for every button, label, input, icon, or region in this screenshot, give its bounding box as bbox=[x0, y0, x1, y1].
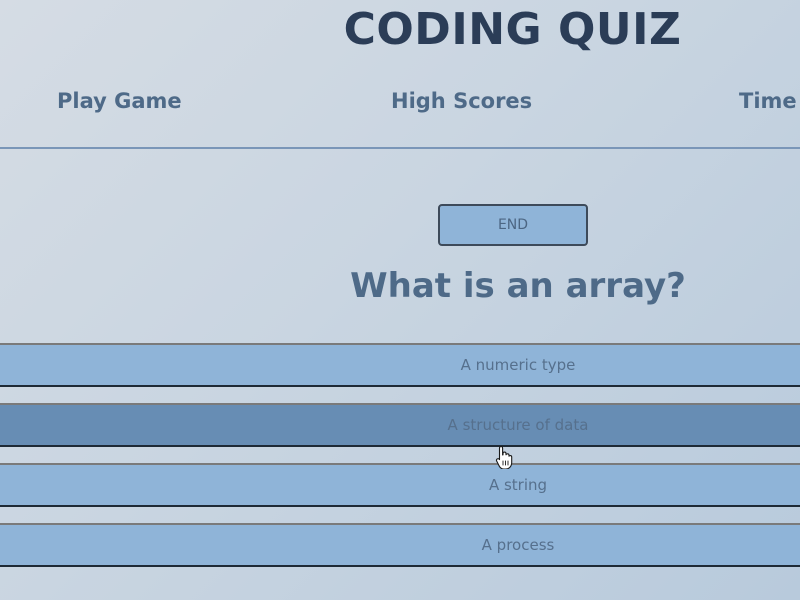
nav-time: Time bbox=[739, 89, 797, 113]
answer-label: A structure of data bbox=[447, 416, 589, 434]
answer-button-2[interactable]: A structure of data bbox=[0, 403, 800, 447]
nav-high-scores[interactable]: High Scores bbox=[391, 89, 532, 113]
end-button[interactable]: END bbox=[438, 204, 588, 246]
question-text: What is an array? bbox=[350, 266, 686, 306]
answer-label: A numeric type bbox=[460, 356, 576, 374]
page-title: CODING QUIZ bbox=[343, 4, 682, 55]
answer-button-1[interactable]: A numeric type bbox=[0, 343, 800, 387]
answer-label: A process bbox=[481, 536, 555, 554]
answer-button-4[interactable]: A process bbox=[0, 523, 800, 567]
answer-button-3[interactable]: A string bbox=[0, 463, 800, 507]
header-divider bbox=[0, 147, 800, 149]
answer-list: A numeric type A structure of data A str… bbox=[0, 343, 800, 583]
answer-label: A string bbox=[488, 476, 548, 494]
nav-play-game[interactable]: Play Game bbox=[57, 89, 182, 113]
